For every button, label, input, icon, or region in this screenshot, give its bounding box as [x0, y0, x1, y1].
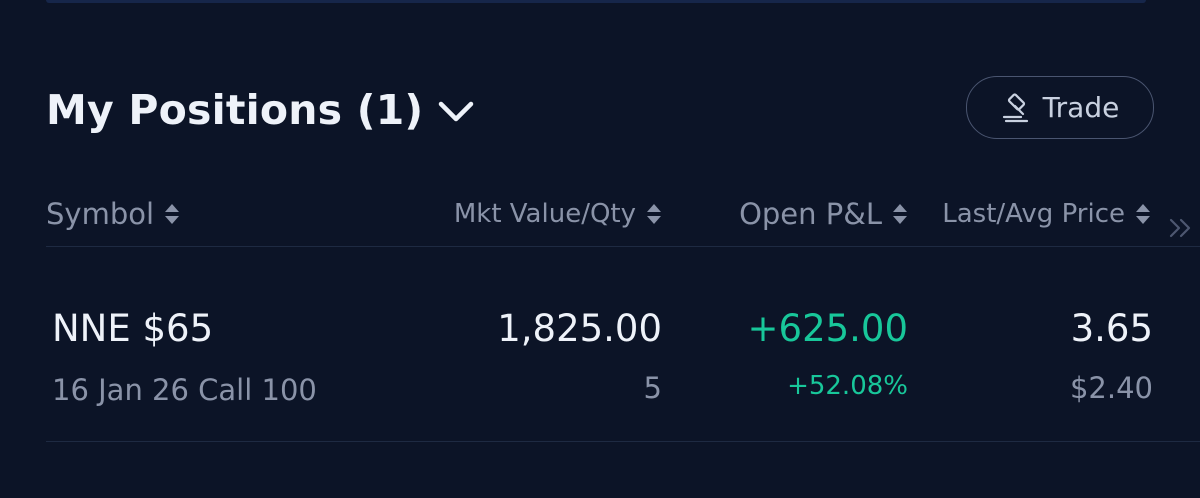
column-header-open-pnl-label: Open P&L	[739, 197, 882, 231]
row-divider	[46, 441, 1200, 442]
position-quantity: 5	[643, 371, 662, 405]
sort-icon	[165, 204, 180, 224]
position-symbol: NNE $65	[52, 307, 214, 350]
position-contract: 16 Jan 26 Call 100	[52, 373, 317, 407]
position-open-pnl-percent: +52.08%	[787, 371, 908, 401]
position-open-pnl: +625.00	[747, 307, 908, 350]
column-header-open-pnl[interactable]: Open P&L	[739, 192, 908, 236]
column-header-symbol[interactable]: Symbol	[46, 192, 180, 236]
sort-icon	[647, 204, 661, 224]
column-header-mkt-value-qty[interactable]: Mkt Value/Qty	[454, 192, 662, 236]
position-last-price: 3.65	[1070, 307, 1153, 350]
column-header-mkt-value-qty-label: Mkt Value/Qty	[453, 199, 636, 229]
trade-button[interactable]: Trade	[966, 76, 1154, 139]
sort-icon	[1136, 204, 1150, 224]
sort-icon	[893, 204, 907, 224]
top-strip	[46, 0, 1146, 3]
positions-header: My Positions (1)	[46, 80, 475, 140]
chevron-down-icon[interactable]	[437, 99, 475, 125]
column-header-symbol-label: Symbol	[46, 197, 155, 231]
trade-button-label: Trade	[1042, 91, 1120, 124]
double-chevron-right-icon[interactable]	[1168, 216, 1194, 240]
position-row[interactable]: NNE $65 16 Jan 26 Call 100 1,825.00 5 +6…	[0, 247, 1200, 441]
column-header-last-avg-price[interactable]: Last/Avg Price	[942, 192, 1151, 236]
page-title: My Positions (1)	[46, 86, 424, 134]
gavel-icon	[1002, 92, 1028, 122]
position-avg-price: $2.40	[1069, 371, 1153, 405]
column-header-last-avg-price-label: Last/Avg Price	[942, 199, 1125, 229]
position-market-value: 1,825.00	[497, 307, 662, 350]
